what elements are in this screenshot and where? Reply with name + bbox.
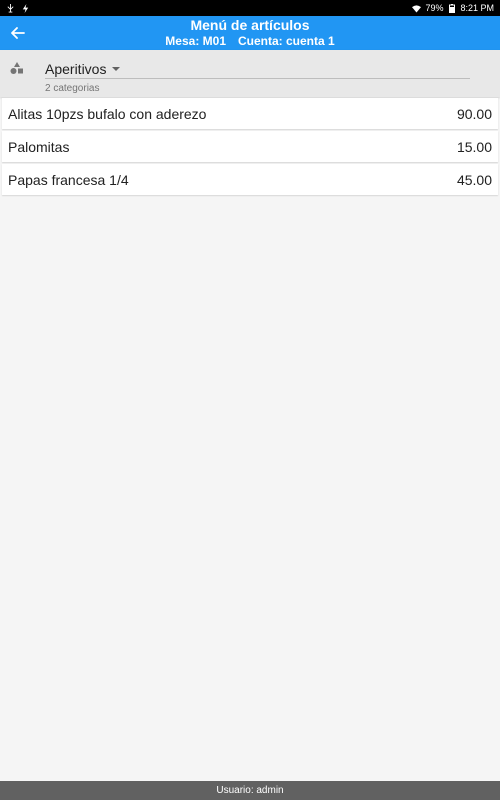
charging-icon — [21, 3, 30, 13]
page-subtitle: Mesa: M01 Cuenta: cuenta 1 — [0, 34, 500, 48]
item-price: 45.00 — [456, 171, 492, 188]
category-count: 2 categorias — [45, 83, 100, 94]
status-bar: 79% 8:21 PM — [0, 0, 500, 16]
app-bar: Menú de artículos Mesa: M01 Cuenta: cuen… — [0, 16, 500, 50]
list-item[interactable]: Alitas 10pzs bufalo con aderezo 90.00 — [2, 98, 498, 129]
item-price: 15.00 — [456, 138, 492, 155]
category-icon — [10, 62, 23, 74]
list-item[interactable]: Palomitas 15.00 — [2, 131, 498, 162]
footer: Usuario: admin — [0, 781, 500, 800]
user-label: Usuario: admin — [216, 785, 284, 796]
category-selected-value: Aperitivos — [45, 60, 107, 77]
usb-icon — [6, 3, 15, 13]
battery-percent: 79% — [425, 3, 444, 13]
battery-icon — [447, 3, 456, 13]
category-header: Aperitivos 2 categorias — [0, 50, 500, 97]
category-dropdown[interactable]: Aperitivos — [45, 59, 470, 79]
page-title: Menú de artículos — [190, 17, 310, 33]
clock: 8:21 PM — [460, 3, 494, 13]
item-name: Palomitas — [8, 138, 70, 155]
item-price: 90.00 — [456, 105, 492, 122]
account-label: Cuenta: cuenta 1 — [238, 34, 335, 48]
item-name: Alitas 10pzs bufalo con aderezo — [8, 105, 207, 122]
list-item[interactable]: Papas francesa 1/4 45.00 — [2, 164, 498, 195]
wifi-icon — [412, 4, 422, 13]
item-list: Alitas 10pzs bufalo con aderezo 90.00 Pa… — [0, 98, 500, 197]
screen: 79% 8:21 PM Menú de artículos Mesa: M01 … — [0, 0, 500, 800]
item-name: Papas francesa 1/4 — [8, 171, 129, 188]
table-label: Mesa: M01 — [165, 34, 226, 48]
dropdown-arrow-icon — [112, 66, 121, 71]
